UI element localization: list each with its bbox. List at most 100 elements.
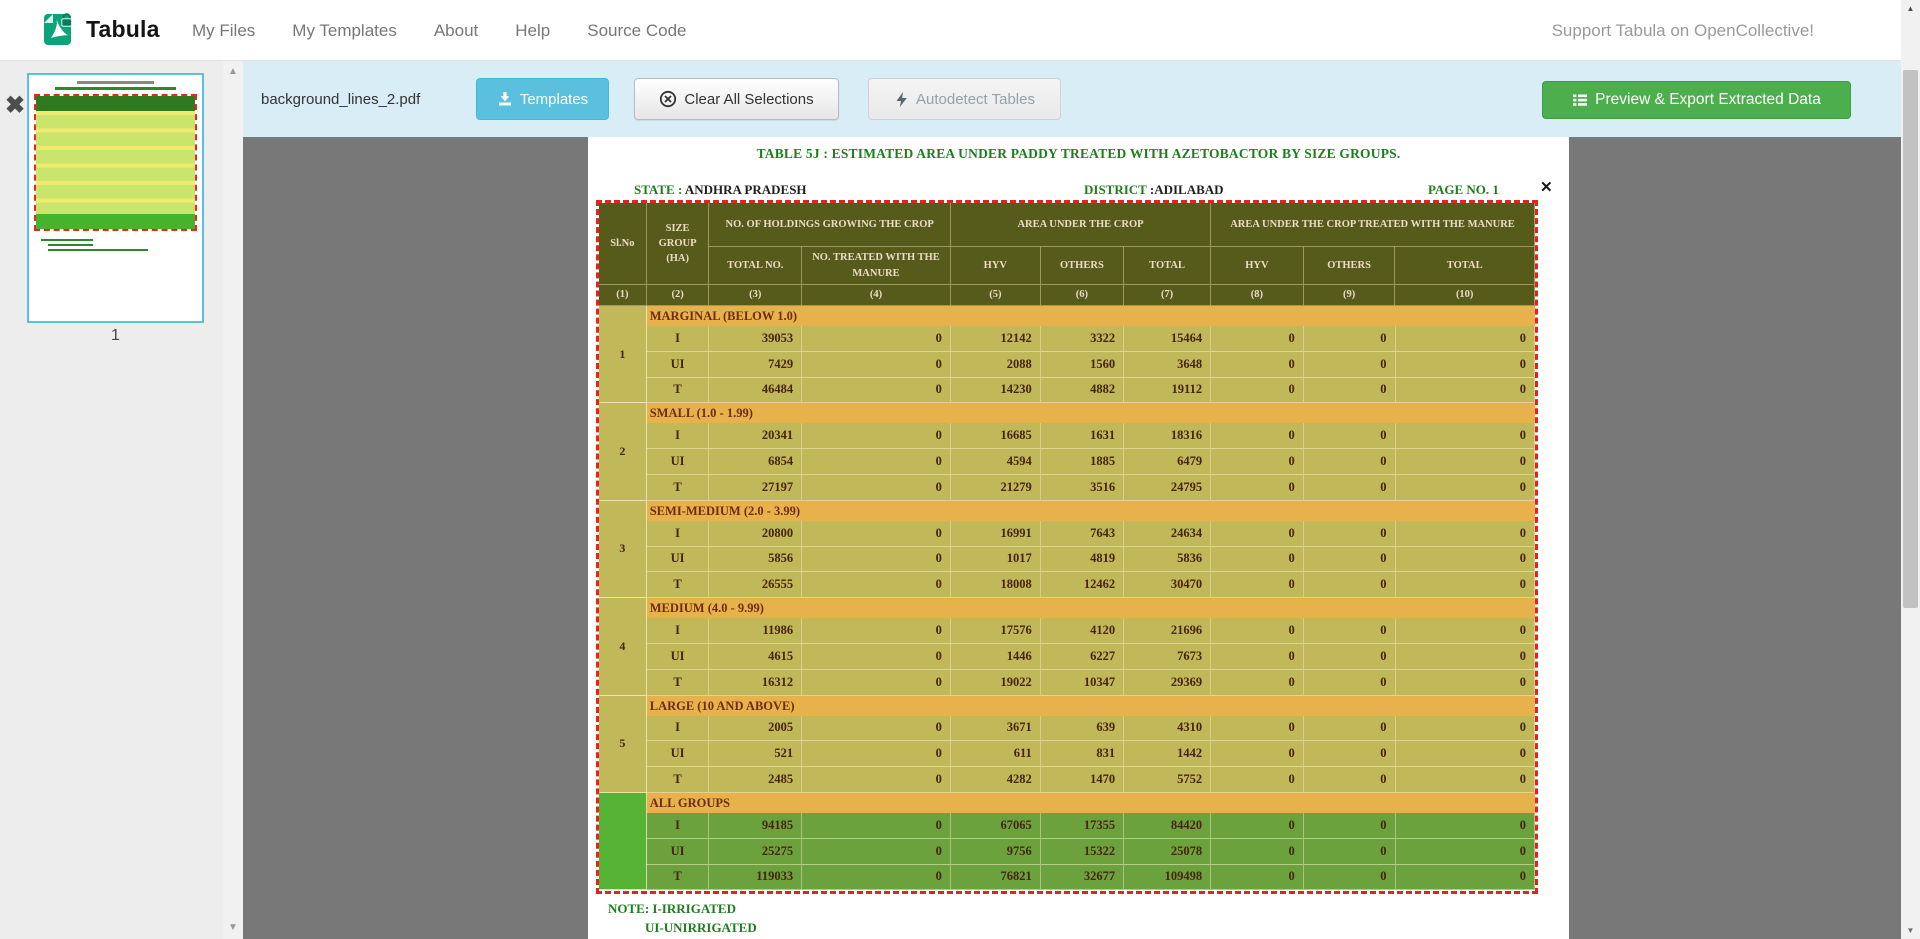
table-row: I20800016991764324634000 xyxy=(647,521,1535,547)
scroll-down-icon[interactable]: ▼ xyxy=(1901,922,1920,939)
table-cell: 10347 xyxy=(1041,670,1124,696)
row-label-cell: UI xyxy=(647,449,710,475)
table-cell: 11986 xyxy=(709,618,802,644)
autodetect-tables-button[interactable]: Autodetect Tables xyxy=(868,78,1061,120)
templates-button[interactable]: Templates xyxy=(476,78,609,120)
col-header-hyv: HYV xyxy=(951,247,1041,285)
row-label-cell: I xyxy=(647,521,710,547)
table-cell: 831 xyxy=(1041,741,1124,767)
group-rows: SMALL (1.0 - 1.99)I203410166851631183160… xyxy=(647,403,1535,500)
clear-all-selections-button[interactable]: Clear All Selections xyxy=(634,78,839,120)
table-cell: 4819 xyxy=(1041,547,1124,573)
sidebar-scrollbar[interactable]: ▲ ▼ xyxy=(223,61,243,939)
sidebar-scroll-up-icon[interactable]: ▲ xyxy=(223,66,243,77)
thumb-table-header xyxy=(36,96,195,111)
nav-item-about[interactable]: About xyxy=(434,21,478,41)
sidebar-scroll-down-icon[interactable]: ▼ xyxy=(223,922,243,933)
table-cell: 0 xyxy=(1304,865,1396,891)
col-number: (7) xyxy=(1124,285,1211,306)
table-cell: 17355 xyxy=(1041,813,1124,839)
col-number: (10) xyxy=(1395,285,1534,306)
table-cell: 4882 xyxy=(1041,378,1124,404)
col-number: (5) xyxy=(951,285,1041,306)
table-cell: 0 xyxy=(1396,547,1535,573)
table-cell: 4594 xyxy=(951,449,1041,475)
nav-item-my-templates[interactable]: My Templates xyxy=(292,21,397,41)
page-number-label: 1 xyxy=(27,327,204,345)
table-cell: 0 xyxy=(1304,449,1396,475)
group-rows: LARGE (10 AND ABOVE)I2005036716394310000… xyxy=(647,696,1535,793)
table-row: UI68540459418856479000 xyxy=(647,449,1535,475)
pdf-page[interactable]: TABLE 5J : ESTIMATED AREA UNDER PADDY TR… xyxy=(588,137,1569,939)
window-scrollbar[interactable]: ▲ ▼ xyxy=(1901,0,1920,939)
file-name: background_lines_2.pdf xyxy=(261,61,420,137)
table-row: T46484014230488219112000 xyxy=(647,378,1535,404)
table-row: UI25275097561532225078000 xyxy=(647,839,1535,865)
col-header-others2: OTHERS xyxy=(1304,247,1396,285)
table-cell: 7429 xyxy=(709,352,802,378)
scroll-up-icon[interactable]: ▲ xyxy=(1901,0,1920,17)
table-cell: 119033 xyxy=(709,865,802,891)
delete-page-icon[interactable]: ✖ xyxy=(5,94,25,118)
row-label-cell: I xyxy=(647,618,710,644)
col-header-others: OTHERS xyxy=(1041,247,1124,285)
table-cell: 39053 xyxy=(709,326,802,352)
district-value: :ADILABAD xyxy=(1150,182,1224,197)
selection-close-icon[interactable]: ✕ xyxy=(1540,180,1553,195)
table-cell: 0 xyxy=(802,644,951,670)
table-cell: 15322 xyxy=(1041,839,1124,865)
preview-export-button[interactable]: Preview & Export Extracted Data xyxy=(1542,81,1851,119)
table-cell: 0 xyxy=(1396,475,1535,501)
table-cell: 19112 xyxy=(1124,378,1211,404)
table-cell: 0 xyxy=(802,547,951,573)
table-cell: 0 xyxy=(1304,378,1396,404)
page-thumbnail[interactable] xyxy=(27,73,204,323)
table-cell: 0 xyxy=(1396,741,1535,767)
table-group-5: 5LARGE (10 AND ABOVE)I200503671639431000… xyxy=(599,696,1535,793)
table-cell: 3322 xyxy=(1041,326,1124,352)
table-cell: 24634 xyxy=(1124,521,1211,547)
row-label-cell: I xyxy=(647,326,710,352)
thumb-note-line xyxy=(48,249,148,251)
table-cell: 0 xyxy=(1396,644,1535,670)
table-cell: 0 xyxy=(1396,378,1535,404)
support-link[interactable]: Support Tabula on OpenCollective! xyxy=(1552,0,1814,61)
nav-item-my-files[interactable]: My Files xyxy=(192,21,255,41)
table-cell: 0 xyxy=(802,449,951,475)
slno-cell: 2 xyxy=(599,403,647,500)
row-label-cell: UI xyxy=(647,741,710,767)
table-header: Sl.No SIZE GROUP (HA) NO. OF HOLDINGS GR… xyxy=(599,203,1535,306)
table-cell: 0 xyxy=(1304,618,1396,644)
document-title: TABLE 5J : ESTIMATED AREA UNDER PADDY TR… xyxy=(588,146,1569,162)
scrollbar-thumb[interactable] xyxy=(1903,70,1918,608)
table-cell: 17576 xyxy=(951,618,1041,644)
table-cell: 0 xyxy=(1396,521,1535,547)
table-cell: 0 xyxy=(1211,423,1304,449)
selection-region[interactable]: Sl.No SIZE GROUP (HA) NO. OF HOLDINGS GR… xyxy=(596,200,1538,894)
table-cell: 9756 xyxy=(951,839,1041,865)
col-header-area-treated: AREA UNDER THE CROP TREATED WITH THE MAN… xyxy=(1211,203,1535,247)
table-cell: 0 xyxy=(1304,767,1396,793)
slno-cell: 4 xyxy=(599,598,647,695)
nav-item-help[interactable]: Help xyxy=(515,21,550,41)
table-row: I11986017576412021696000 xyxy=(647,618,1535,644)
templates-button-label: Templates xyxy=(520,91,588,108)
table-cell: 0 xyxy=(1211,352,1304,378)
group-label-band: LARGE (10 AND ABOVE) xyxy=(647,696,1535,716)
table-cell: 32677 xyxy=(1041,865,1124,891)
group-label-band: SEMI-MEDIUM (2.0 - 3.99) xyxy=(647,501,1535,521)
brand[interactable]: Tabula xyxy=(43,12,160,46)
table-cell: 0 xyxy=(802,572,951,598)
page-sidebar: ✖ 1 ▲ ▼ xyxy=(0,61,243,939)
row-label-cell: UI xyxy=(647,839,710,865)
table-group-2: 2SMALL (1.0 - 1.99)I20341016685163118316… xyxy=(599,403,1535,500)
thumb-selection-region xyxy=(34,94,197,231)
col-number: (4) xyxy=(802,285,951,306)
row-label-cell: I xyxy=(647,813,710,839)
table-cell: 0 xyxy=(1211,326,1304,352)
nav-item-source-code[interactable]: Source Code xyxy=(587,21,686,41)
thumb-note-line xyxy=(48,244,93,246)
table-cell: 0 xyxy=(802,521,951,547)
table-cell: 0 xyxy=(802,670,951,696)
col-number: (6) xyxy=(1041,285,1124,306)
